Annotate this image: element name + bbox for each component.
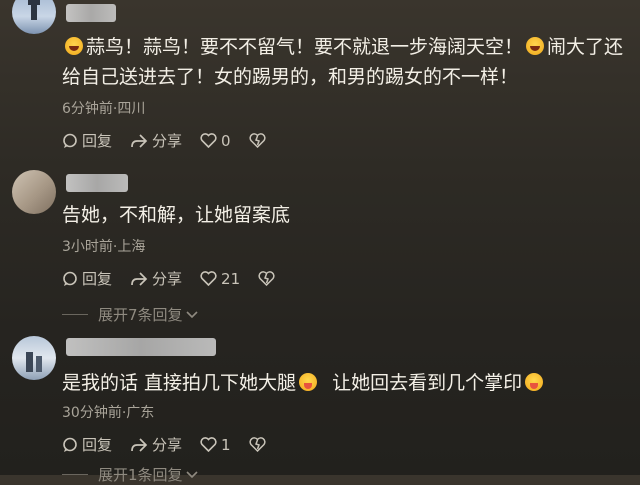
like-button[interactable]: 0 <box>200 132 231 150</box>
laugh-emoji-icon <box>65 37 83 55</box>
reply-bubble-icon <box>63 133 77 148</box>
expand-replies-button[interactable]: 展开7条回复 <box>62 304 198 325</box>
laugh-emoji-icon <box>526 37 545 55</box>
share-button[interactable]: 分享 <box>130 130 182 151</box>
heart-icon <box>200 437 217 452</box>
username-blurred[interactable] <box>66 4 116 22</box>
avatar[interactable] <box>12 170 56 214</box>
avatar[interactable] <box>12 0 56 34</box>
share-arrow-icon <box>131 271 148 286</box>
comment-text: 告她，不和解，让她留案底 <box>62 204 291 226</box>
share-button[interactable]: 分享 <box>130 434 182 455</box>
comment-meta: 30分钟前·广东 <box>62 405 155 421</box>
share-button[interactable]: 分享 <box>130 268 182 289</box>
username-blurred[interactable] <box>66 174 128 192</box>
broken-heart-icon <box>258 271 275 286</box>
dislike-button[interactable] <box>258 271 279 286</box>
reply-button[interactable]: 回复 <box>62 268 112 289</box>
reply-bubble-icon <box>63 271 77 286</box>
comment-meta: 3小时前·上海 <box>62 239 146 255</box>
comment-meta: 6分钟前·四川 <box>62 101 146 117</box>
like-button[interactable]: 21 <box>200 270 240 288</box>
chevron-down-icon <box>185 310 198 318</box>
heart-icon <box>200 271 217 286</box>
comment-actions: 回复 分享 21 <box>62 268 297 289</box>
comment-actions: 回复 分享 1 <box>62 434 288 455</box>
broken-heart-icon <box>249 437 266 452</box>
like-button[interactable]: 1 <box>200 436 231 454</box>
username-blurred[interactable] <box>66 338 216 356</box>
dislike-button[interactable] <box>249 133 270 148</box>
reply-button[interactable]: 回复 <box>62 434 112 455</box>
heart-icon <box>200 133 217 148</box>
tongue-emoji-icon <box>525 373 544 391</box>
comment-actions: 回复 分享 0 <box>62 130 288 151</box>
share-arrow-icon <box>131 133 148 148</box>
avatar[interactable] <box>12 336 56 380</box>
tongue-emoji-icon <box>299 373 318 391</box>
reply-bubble-icon <box>63 437 77 452</box>
reply-button[interactable]: 回复 <box>62 130 112 151</box>
comment-text: 蒜鸟！蒜鸟！要不不留气！要不就退一步海阔天空！ 闹大了还给自己送进去了！女的踢男的… <box>62 36 624 88</box>
dislike-button[interactable] <box>249 437 270 452</box>
comment-text: 是我的话 直接拍几下她大腿 让她回去看到几个掌印 <box>62 368 626 398</box>
divider <box>62 314 88 315</box>
broken-heart-icon <box>249 133 266 148</box>
share-arrow-icon <box>131 437 148 452</box>
